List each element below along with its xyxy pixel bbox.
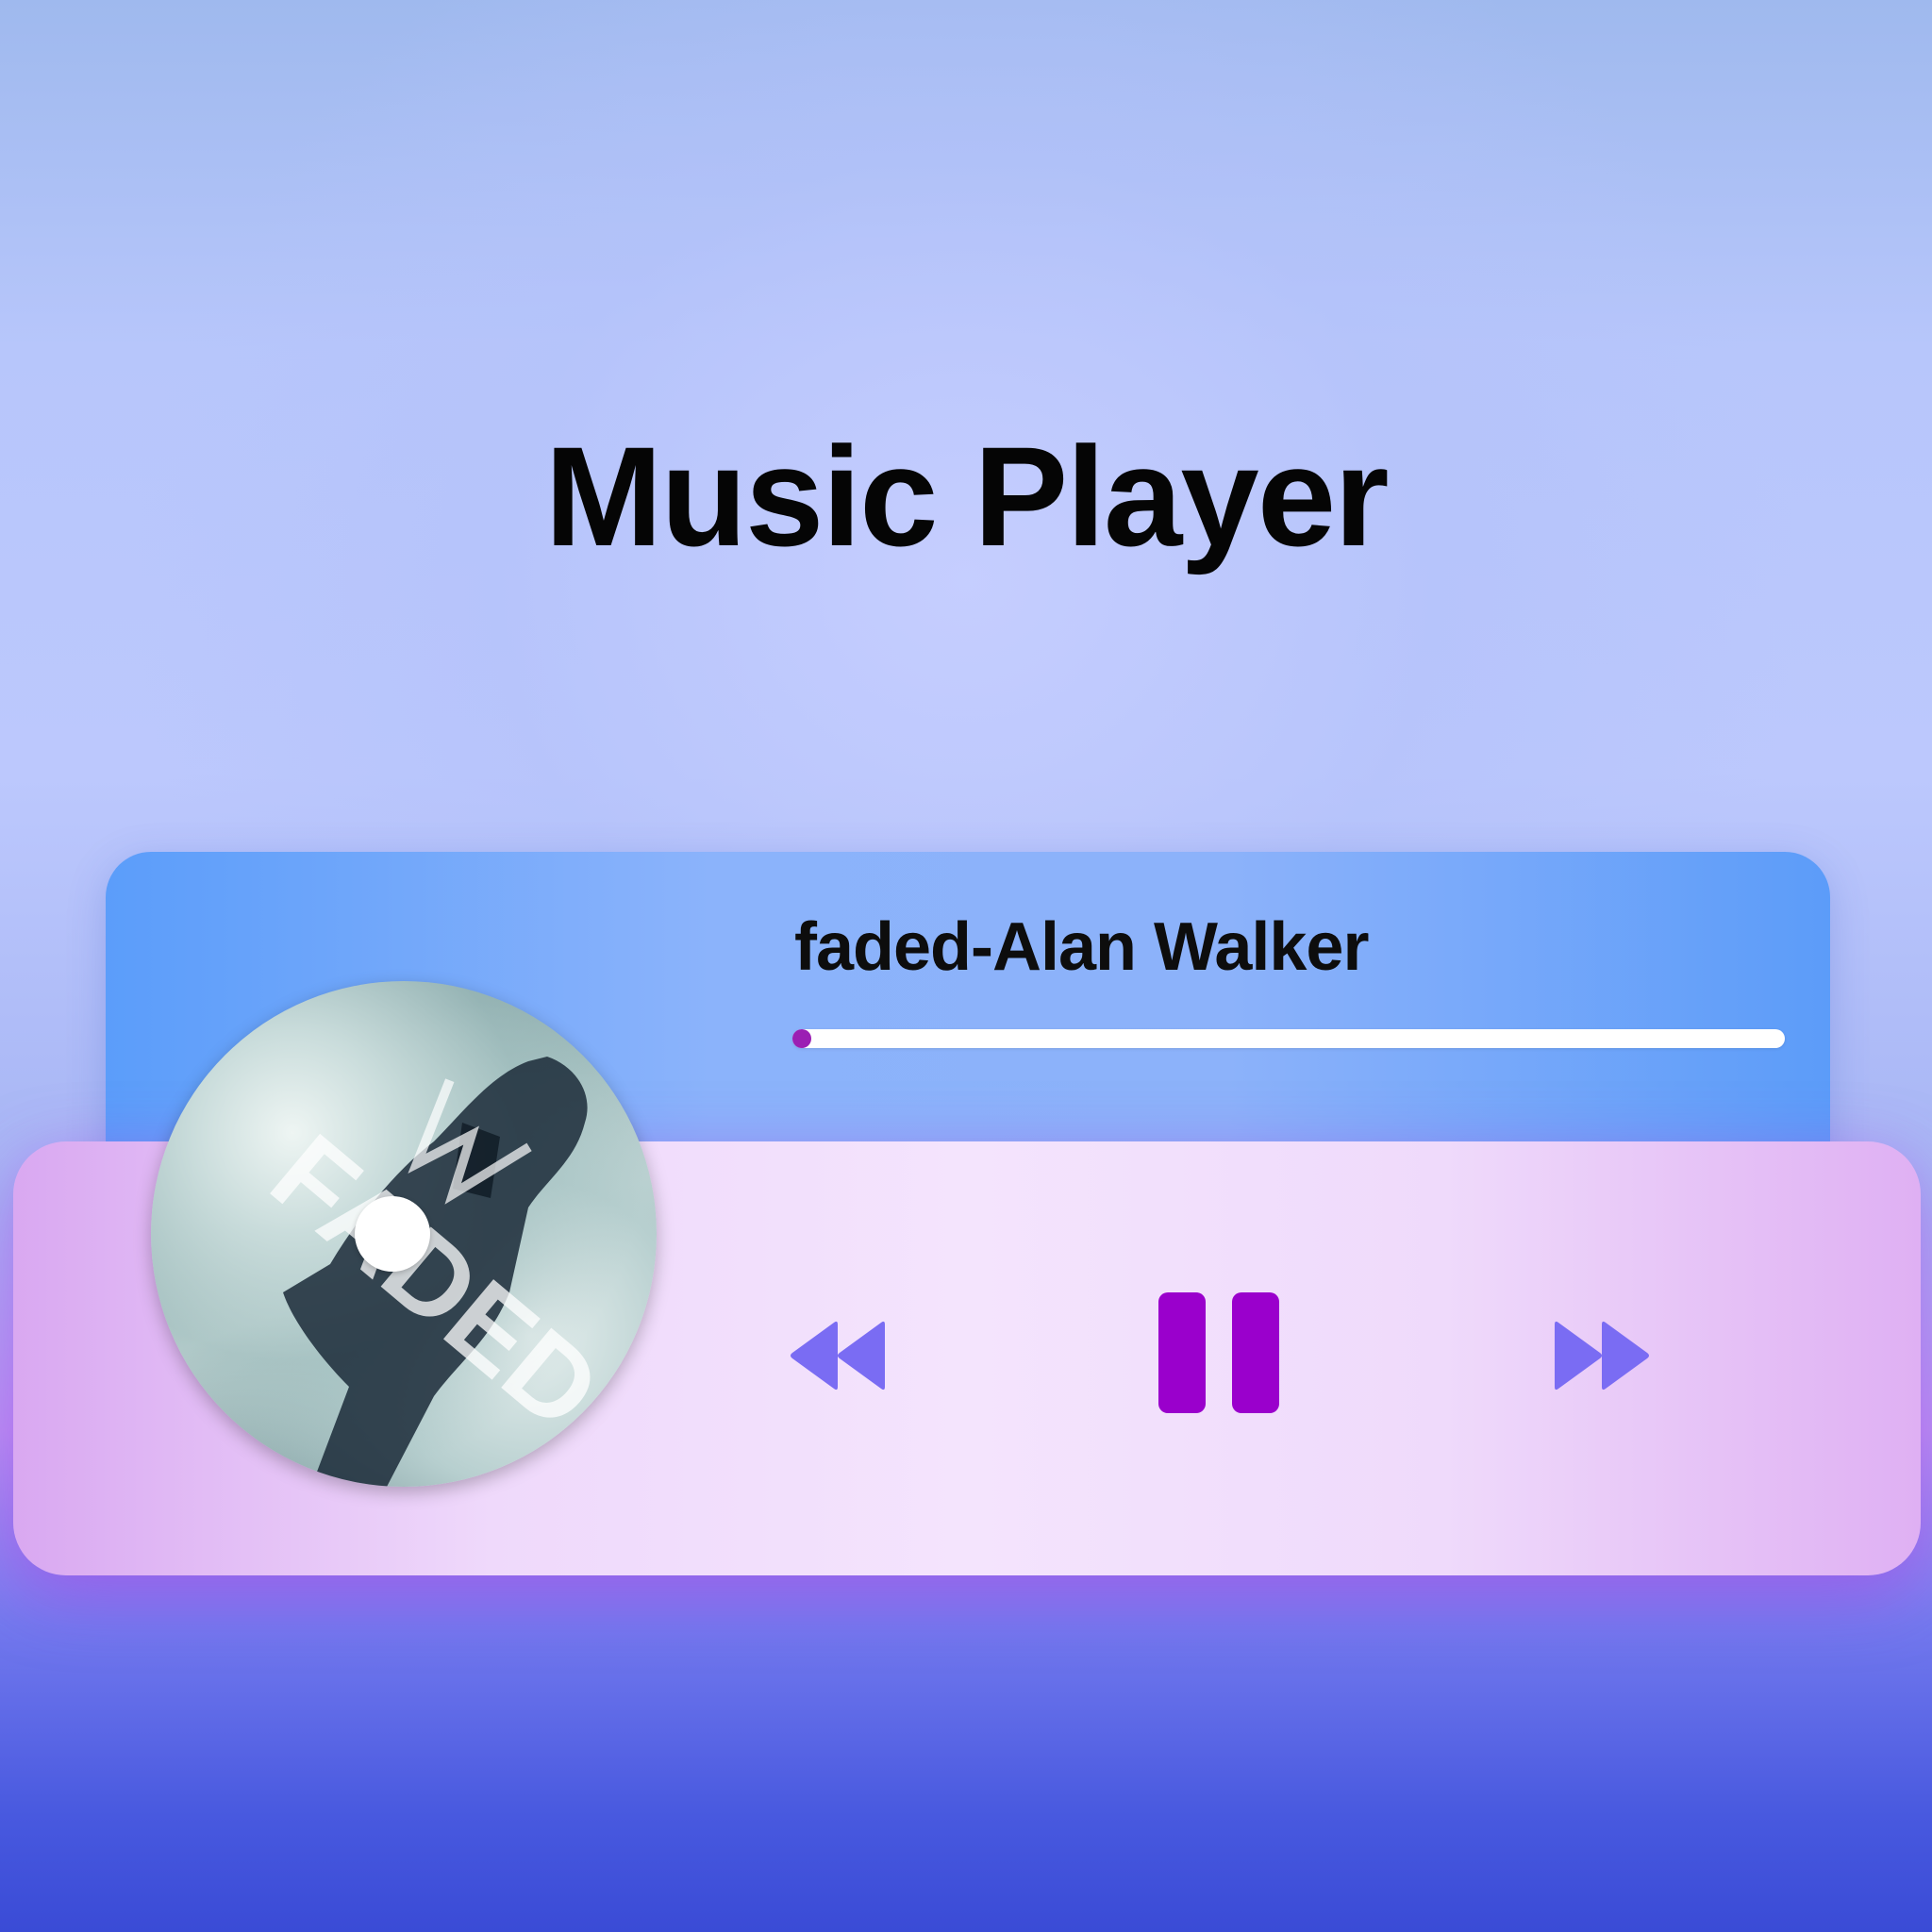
disc-center-hole	[355, 1196, 430, 1272]
progress-bar[interactable]	[792, 1029, 1785, 1048]
fast-forward-icon	[1555, 1321, 1649, 1391]
progress-fill	[792, 1029, 811, 1048]
song-title: faded-Alan Walker	[794, 909, 1369, 985]
page-title: Music Player	[544, 417, 1389, 575]
pause-button[interactable]	[1157, 1291, 1281, 1415]
rewind-icon	[791, 1321, 885, 1391]
pause-icon	[1158, 1292, 1279, 1413]
rewind-button[interactable]	[785, 1317, 889, 1394]
fast-forward-button[interactable]	[1551, 1317, 1655, 1394]
